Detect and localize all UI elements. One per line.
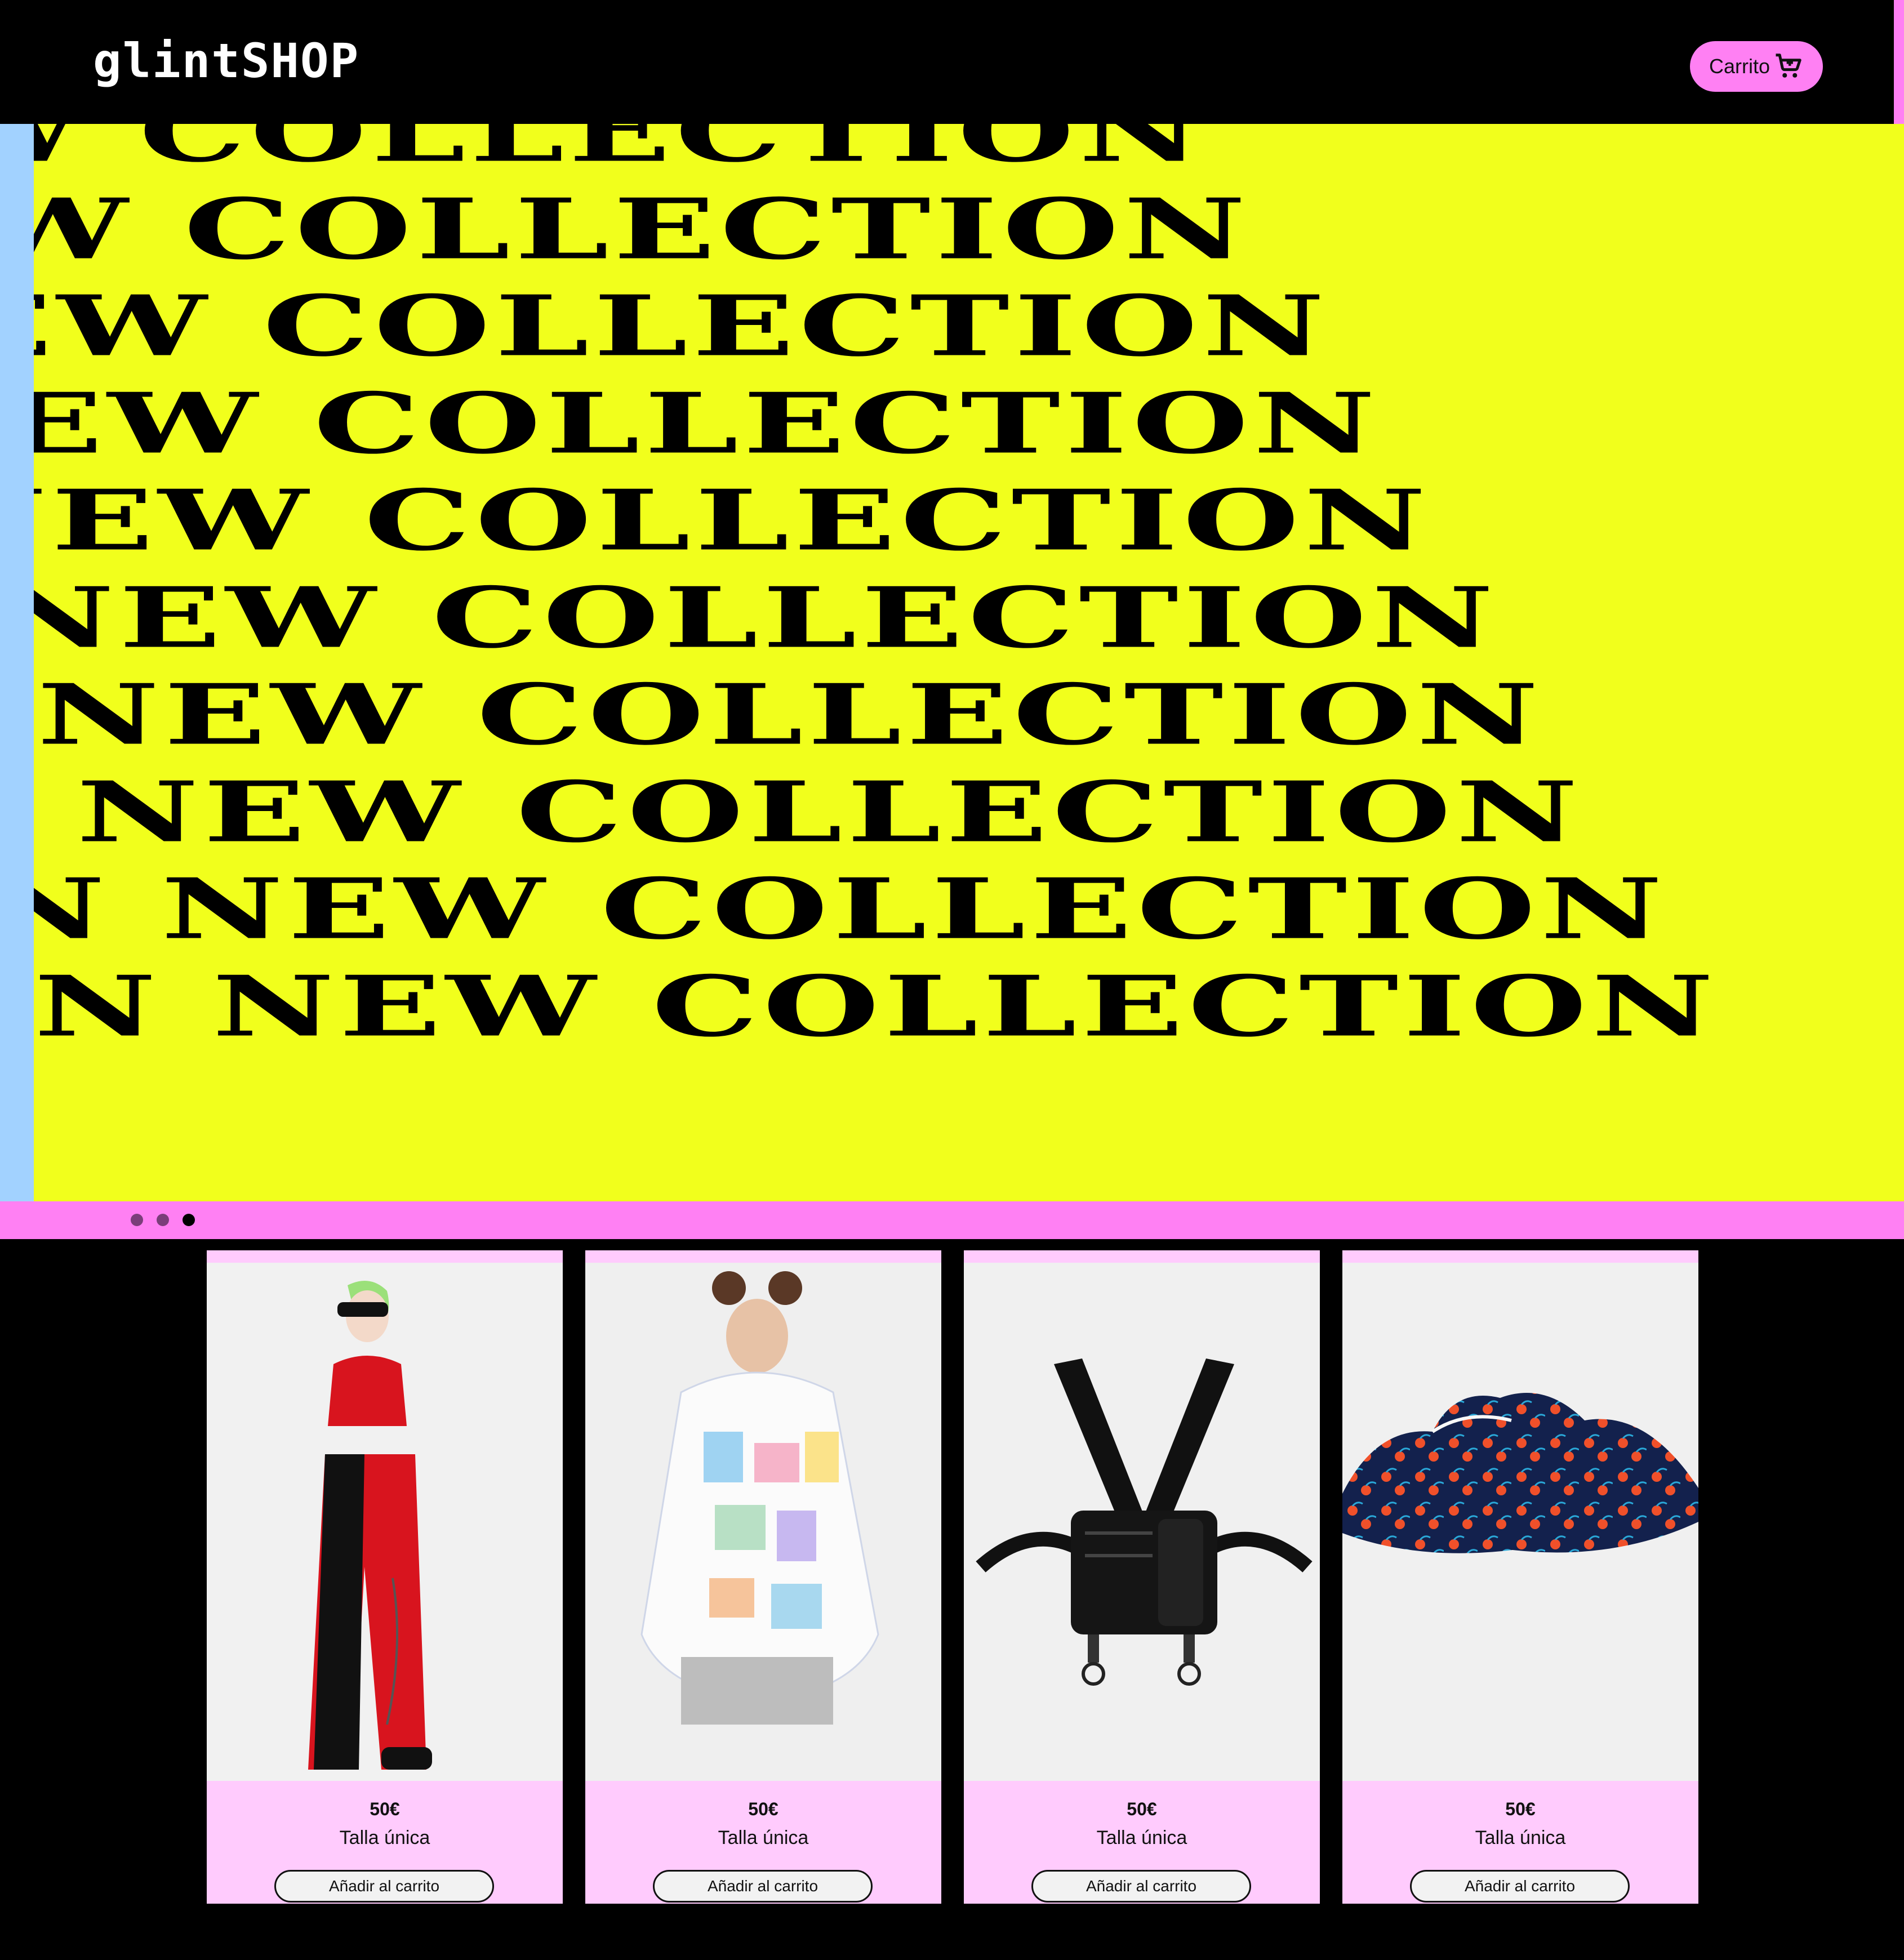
hero-line: TION NEW COLLECTION xyxy=(34,277,1329,375)
product-price: 50€ xyxy=(748,1799,778,1819)
cart-label: Carrito xyxy=(1709,55,1770,78)
product-size: Talla única xyxy=(339,1827,430,1848)
hero-line: COLLECTION NEW COLLECTION xyxy=(34,957,1718,1055)
hero-line: ETION NEW COLLECTION xyxy=(34,374,1380,473)
carousel-dot[interactable] xyxy=(183,1214,195,1226)
hero-line: ON NEW COLLECTION xyxy=(34,124,1205,181)
cart-button[interactable]: Carrito xyxy=(1690,41,1823,92)
site-header: glintSHOP Carrito xyxy=(0,0,1904,124)
hero-text-lines: ON NEW COLLECTIONION NEW COLLECTIONTION … xyxy=(34,124,1904,1201)
hero-line: LLECTION NEW COLLECTION xyxy=(34,665,1543,764)
shopping-cart-icon xyxy=(1773,51,1804,82)
hero-line: ION NEW COLLECTION xyxy=(34,180,1251,278)
carousel-indicator-bar xyxy=(0,1201,1904,1239)
carousel-dot[interactable] xyxy=(157,1214,169,1226)
product-image[interactable] xyxy=(585,1263,941,1781)
product-card[interactable]: 50€ Talla única Añadir al carrito xyxy=(1342,1250,1698,1904)
product-info: 50€ Talla única Añadir al carrito xyxy=(585,1781,941,1904)
product-card[interactable]: 50€ Talla única Añadir al carrito xyxy=(964,1250,1320,1904)
product-info: 50€ Talla única Añadir al carrito xyxy=(207,1781,563,1904)
add-to-cart-button[interactable]: Añadir al carrito xyxy=(1031,1870,1251,1903)
header-edge-accent xyxy=(1894,0,1904,124)
page: glintSHOP Carrito ON NEW COLLECTIONION N… xyxy=(0,0,1904,1960)
carousel-dot[interactable] xyxy=(131,1214,143,1226)
hero-line: OLLECTION NEW COLLECTION xyxy=(34,859,1667,958)
product-card[interactable]: 50€ Talla única Añadir al carrito xyxy=(207,1250,563,1904)
site-logo[interactable]: glintSHOP xyxy=(93,33,359,89)
product-card[interactable]: 50€ Talla única Añadir al carrito xyxy=(585,1250,941,1904)
product-info: 50€ Talla única Añadir al carrito xyxy=(964,1781,1320,1904)
hero-side-bar xyxy=(0,124,34,1201)
add-to-cart-button[interactable]: Añadir al carrito xyxy=(1410,1870,1630,1903)
hero-line: OLLECTION NEW COLLECTION xyxy=(34,763,1583,861)
product-info: 50€ Talla única Añadir al carrito xyxy=(1342,1781,1698,1904)
product-price: 50€ xyxy=(370,1799,400,1819)
product-price: 50€ xyxy=(1505,1799,1536,1819)
add-to-cart-button[interactable]: Añadir al carrito xyxy=(653,1870,873,1903)
product-grid: 50€ Talla única Añadir al carrito 50€ Talla … xyxy=(0,1239,1904,1960)
add-to-cart-button[interactable]: Añadir al carrito xyxy=(274,1870,494,1903)
product-size: Talla única xyxy=(718,1827,809,1848)
product-image[interactable] xyxy=(964,1263,1320,1781)
product-size: Talla única xyxy=(1096,1827,1187,1848)
hero-banner: ON NEW COLLECTIONION NEW COLLECTIONTION … xyxy=(0,124,1904,1201)
hero-line: LECTION NEW COLLECTION xyxy=(34,568,1498,667)
hero-line: ECTION NEW COLLECTION xyxy=(34,471,1431,569)
product-image[interactable] xyxy=(1342,1263,1698,1781)
product-price: 50€ xyxy=(1127,1799,1157,1819)
product-image[interactable] xyxy=(207,1263,563,1781)
product-size: Talla única xyxy=(1475,1827,1566,1848)
